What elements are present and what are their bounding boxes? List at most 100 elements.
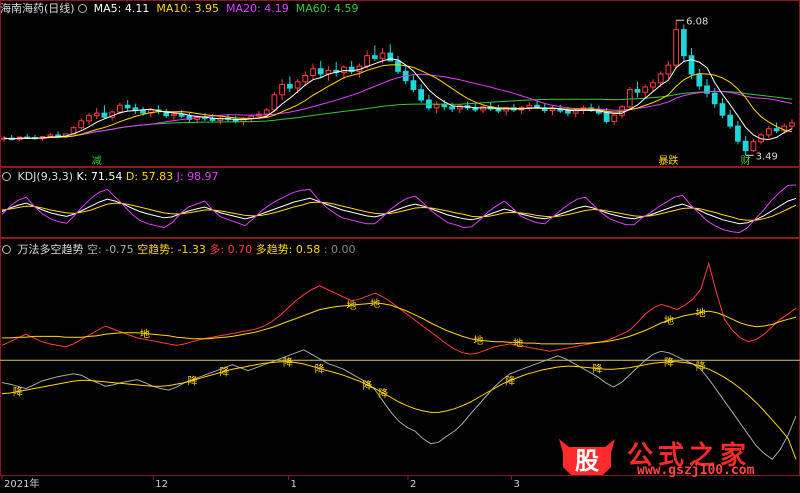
jiang-signal-label: 降 [219,365,229,378]
trend-settings-gear-icon[interactable] [2,245,11,254]
candle-body [78,120,85,129]
ma60-label: MA60: [295,2,331,15]
candle-body [526,104,533,108]
candle-body [549,108,556,111]
watermark: 股 公式之家 www.gszj100.com [555,433,785,479]
ma60-value: 4.59 [333,2,359,15]
signal-marker: 减 [92,155,102,167]
candle-body [140,109,146,114]
candle-body [47,134,54,138]
x-tick-label: 2021年 [4,477,39,489]
ma5-label: MA5: [93,2,122,15]
jiang-signal-label: 降 [13,386,23,399]
candle-body [55,134,61,137]
kdj-settings-gear-icon[interactable] [2,172,11,181]
di-signal-label: 地 [513,336,523,349]
x-tick-label: 2 [410,479,416,489]
ma5-value: 4.11 [124,2,150,15]
jiang-signal-label: 降 [362,379,372,392]
chart-window: 6.08 3.49 减暴跌财 地地地地地地地降降降降降降降降降降降 2021年 12 1… [0,0,800,490]
candle-body [379,52,386,59]
candle-body [418,89,425,101]
kdj-title: KDJ(9,3,3) [17,170,74,183]
candle-body [719,103,726,116]
candle-body [341,66,347,73]
x-tick-label: 12 [155,479,168,489]
ma10-value: 3.95 [194,2,220,15]
candle-body [565,110,571,114]
x-tick-label: 3 [513,479,519,489]
di-signal-label: 地 [473,334,483,347]
candle-body [441,104,448,108]
trend-panel: 地地 地地 地地地降降降降降降降降降降降 [0,261,800,460]
ma60-line [3,90,793,140]
ma20-value: 4.19 [264,2,289,15]
d-label: D: [125,170,139,183]
jiang-signal-label: 降 [378,387,388,400]
candle-body [742,140,749,152]
price-legend: 海南海药(日线) MA5: 4.11 MA10: 3.95 MA20: 4.19… [0,2,358,15]
watermark-badge-icon: 股 [559,439,615,475]
ma10-label: MA10: [156,2,192,15]
kdj-panel [1,184,797,234]
jiang-signal-label: 降 [593,362,603,375]
jiang-signal-label: 降 [696,360,706,373]
candle-body [789,122,795,127]
x-axis: 2021年 12 1 2 3 [1,476,520,490]
duo-trend-label: 多趋势: [255,243,293,256]
settings-gear-icon[interactable] [78,4,88,13]
trend-legend: 万法多空趋势 空: -0.75 空趋势: -1.33 多: 0.70 多趋势: … [2,243,356,256]
stock-title: 海南海药(日线) [0,2,75,15]
candle-body [680,29,687,57]
kong-label: 空: [87,243,102,256]
candle-body [665,64,672,75]
j-label: J: [176,170,184,183]
candle-body [302,75,309,83]
candle-body [688,55,695,75]
di-signal-label: 地 [664,314,674,327]
jiang-signal-label: 降 [188,374,198,387]
kdj-legend: KDJ(9,3,3) K: 71.54 D: 57.83 J: 98.97 [2,170,219,183]
candle-body [711,92,718,105]
jiang-signal-label: 降 [283,356,293,369]
candle-body [371,55,378,59]
signal-marker: 暴跌 [658,154,678,167]
candle-body [86,115,92,122]
candle-body [364,55,370,67]
ma20-label: MA20: [226,2,261,15]
candle-body [93,112,100,117]
candle-body [727,114,734,127]
candle-body [603,112,610,122]
candle-body [696,73,703,87]
trend-title: 万法多空趋势 [17,243,84,256]
low-price-label: 3.49 [756,151,778,162]
candle-body [317,68,324,75]
di-signal-label: 地 [370,297,380,310]
jiang-signal-label: 降 [505,374,515,387]
candle-body [171,113,177,117]
candle-body [101,112,108,118]
di-signal-label: 地 [346,299,356,312]
kdj-d-line [1,201,797,221]
candle-body [634,89,641,93]
extra-value: : 0.00 [323,243,356,256]
candle-body [673,29,679,66]
x-tick-label: 1 [291,479,297,489]
d-value: 57.83 [141,170,174,183]
kong-value: -0.75 [105,243,134,256]
candle-body [117,104,123,113]
candle-body [410,80,417,91]
duo-trend-value: 0.58 [295,243,321,256]
duo-label: 多: [209,243,225,256]
k-label: K: [76,170,88,183]
kdj-k-line [1,197,797,225]
candle-body [271,94,278,111]
kong-trend-value: -1.33 [177,243,206,256]
candle-body [449,106,455,110]
candle-body [286,83,293,89]
jiang-signal-label: 降 [315,362,325,375]
di-signal-label: 地 [140,327,150,340]
watermark-badge-text: 股 [575,446,599,475]
candle-body [395,60,401,72]
candle-body [750,141,757,152]
